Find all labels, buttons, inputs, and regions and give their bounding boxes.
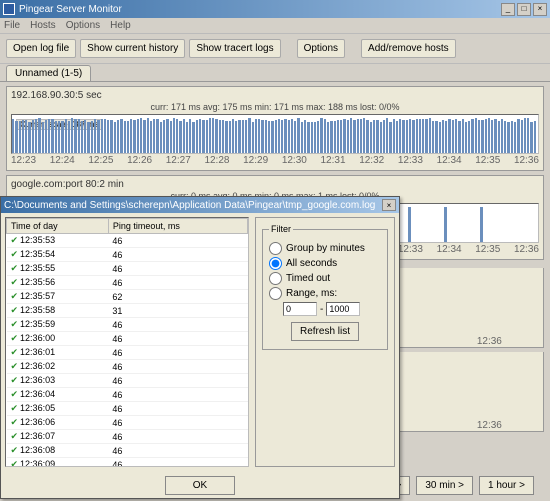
- titlebar: Pingear Server Monitor _ □ ×: [0, 0, 550, 18]
- minimize-button[interactable]: _: [501, 3, 515, 16]
- menu-bar: File Hosts Options Help: [0, 18, 550, 34]
- table-row[interactable]: 12:36:0046: [7, 332, 248, 346]
- range-1hour[interactable]: 1 hour >: [479, 476, 534, 495]
- table-row[interactable]: 12:36:0346: [7, 374, 248, 388]
- table-row[interactable]: 12:36:0246: [7, 360, 248, 374]
- show-history-button[interactable]: Show current history: [80, 39, 185, 58]
- table-row[interactable]: 12:35:5946: [7, 318, 248, 332]
- log-dialog: C:\Documents and Settings\scherepn\Appli…: [0, 196, 400, 499]
- menu-options[interactable]: Options: [66, 20, 100, 31]
- chart-2-title: google.com:port 80:2 min: [11, 178, 539, 191]
- table-row[interactable]: 12:35:5762: [7, 290, 248, 304]
- filter-legend: Filter: [269, 224, 293, 234]
- maximize-button[interactable]: □: [517, 3, 531, 16]
- table-row[interactable]: 12:36:0746: [7, 430, 248, 444]
- range-to-input[interactable]: [326, 302, 360, 316]
- table-row[interactable]: 12:36:0946: [7, 458, 248, 468]
- app-icon: [3, 3, 15, 15]
- ok-button[interactable]: OK: [165, 476, 235, 495]
- dialog-title: C:\Documents and Settings\scherepn\Appli…: [4, 200, 375, 211]
- chart-1: 192.168.90.30:5 sec curr: 171 ms avg: 17…: [6, 86, 544, 171]
- range-30min[interactable]: 30 min >: [416, 476, 473, 495]
- refresh-list-button[interactable]: Refresh list: [291, 322, 359, 341]
- chart-1-title: 192.168.90.30:5 sec: [11, 89, 539, 102]
- close-button[interactable]: ×: [533, 3, 547, 16]
- show-tracert-button[interactable]: Show tracert logs: [189, 39, 280, 58]
- chart-1-canvas[interactable]: Current scale: 187 ms: [11, 114, 539, 154]
- menu-hosts[interactable]: Hosts: [30, 20, 56, 31]
- range-from-input[interactable]: [283, 302, 317, 316]
- table-row[interactable]: 12:36:0846: [7, 444, 248, 458]
- table-row[interactable]: 12:36:0146: [7, 346, 248, 360]
- table-row[interactable]: 12:36:0546: [7, 402, 248, 416]
- table-row[interactable]: 12:35:5346: [7, 234, 248, 248]
- chart-1-stats: curr: 171 ms avg: 175 ms min: 171 ms max…: [11, 102, 539, 112]
- tab-unnamed[interactable]: Unnamed (1-5): [6, 65, 91, 81]
- menu-help[interactable]: Help: [110, 20, 131, 31]
- filter-range[interactable]: Range, ms:: [269, 287, 381, 300]
- open-log-button[interactable]: Open log file: [6, 39, 76, 58]
- dialog-titlebar[interactable]: C:\Documents and Settings\scherepn\Appli…: [1, 197, 399, 213]
- table-row[interactable]: 12:35:5831: [7, 304, 248, 318]
- col-ping[interactable]: Ping timeout, ms: [108, 219, 247, 234]
- tab-strip: Unnamed (1-5): [0, 64, 550, 82]
- log-table[interactable]: Time of day Ping timeout, ms 12:35:53461…: [5, 217, 249, 467]
- filter-group-minutes[interactable]: Group by minutes: [269, 242, 381, 255]
- table-row[interactable]: 12:36:0646: [7, 416, 248, 430]
- dialog-close-icon[interactable]: ×: [382, 199, 396, 211]
- table-row[interactable]: 12:35:5446: [7, 248, 248, 262]
- filter-panel: Filter Group by minutes All seconds Time…: [255, 217, 395, 467]
- filter-all-seconds[interactable]: All seconds: [269, 257, 381, 270]
- app-title: Pingear Server Monitor: [19, 4, 122, 15]
- table-row[interactable]: 12:35:5546: [7, 262, 248, 276]
- table-row[interactable]: 12:36:0446: [7, 388, 248, 402]
- table-row[interactable]: 12:35:5646: [7, 276, 248, 290]
- options-button[interactable]: Options: [297, 39, 345, 58]
- filter-timed-out[interactable]: Timed out: [269, 272, 381, 285]
- toolbar: Open log file Show current history Show …: [0, 34, 550, 64]
- menu-file[interactable]: File: [4, 20, 20, 31]
- chart-1-axis: 12:2312:2412:2512:2612:2712:2812:2912:30…: [11, 154, 539, 166]
- col-time[interactable]: Time of day: [7, 219, 109, 234]
- add-remove-hosts-button[interactable]: Add/remove hosts: [361, 39, 456, 58]
